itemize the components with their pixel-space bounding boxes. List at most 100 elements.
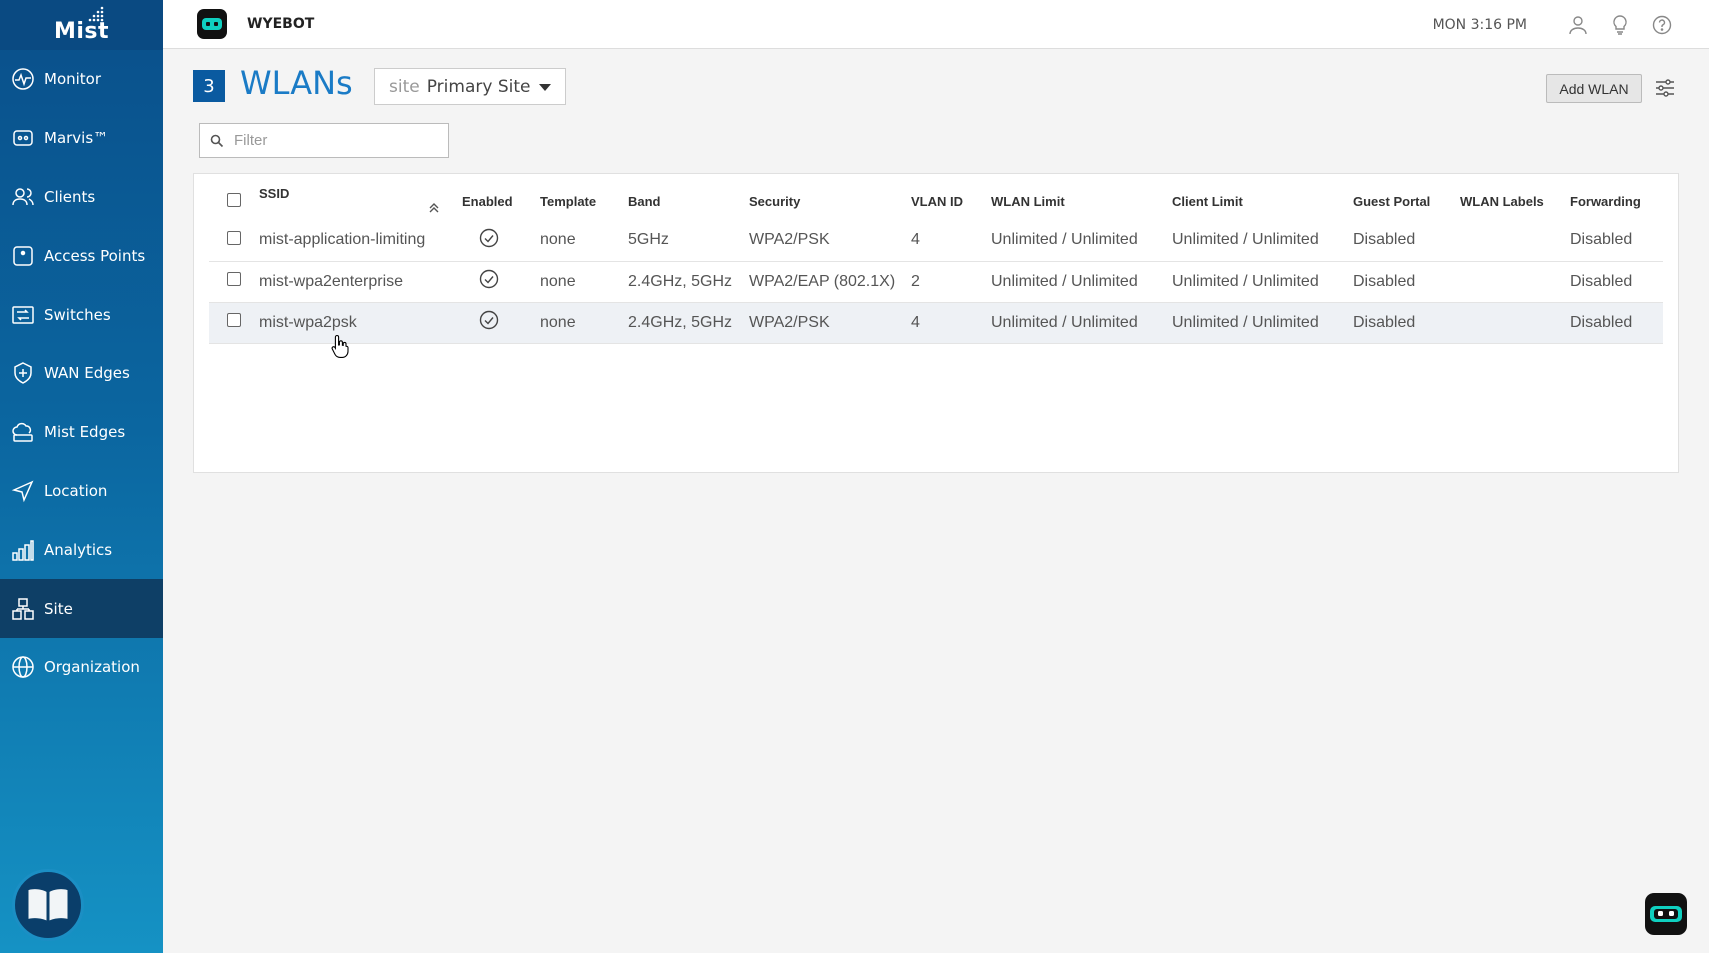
sidebar-item-location[interactable]: Location (0, 462, 163, 521)
marvis-chat-button[interactable] (1645, 893, 1687, 935)
sidebar-item-label: Location (44, 481, 108, 500)
sidebar-item-label: Access Points (44, 246, 146, 265)
top-bar: WYEBOT MON 3:16 PM (163, 0, 1709, 49)
sidebar-item-label: Switches (44, 305, 111, 324)
wlans-table: SSID Enabled Template Band Security VLAN… (209, 182, 1663, 344)
site-selector[interactable]: site Primary Site (374, 68, 566, 105)
lightbulb-icon[interactable] (1609, 14, 1631, 36)
org-name[interactable]: WYEBOT (247, 16, 314, 32)
cell-security: WPA2/PSK (749, 231, 830, 249)
sidebar-item-monitor[interactable]: Monitor (0, 50, 163, 109)
table-row[interactable]: mist-application-limiting none 5GHz WPA2… (209, 220, 1663, 261)
top-bar-right: MON 3:16 PM (1433, 0, 1673, 49)
cell-wlan-labels (1460, 302, 1570, 343)
sort-ascending-icon (429, 203, 439, 213)
cell-forwarding: Disabled (1570, 231, 1633, 249)
cell-wlan-limit: Unlimited / Unlimited (991, 231, 1138, 249)
sidebar-item-label: WAN Edges (44, 364, 130, 383)
globe-icon (10, 654, 36, 680)
column-header-enabled[interactable]: Enabled (462, 182, 540, 220)
cell-guest-portal: Disabled (1353, 272, 1416, 290)
column-header-forwarding[interactable]: Forwarding (1570, 182, 1663, 220)
sidebar-item-label: Marvis™ (44, 129, 109, 148)
cell-template: none (540, 231, 576, 249)
cell-forwarding: Disabled (1570, 313, 1633, 331)
page-title: WLANs (240, 64, 353, 102)
site-icon (10, 596, 36, 622)
column-header-wlan-limit[interactable]: WLAN Limit (991, 182, 1172, 220)
column-header-wlan-labels[interactable]: WLAN Labels (1460, 182, 1570, 220)
cell-vlan-id: 2 (911, 272, 920, 290)
row-select-cell (209, 261, 259, 302)
sidebar-item-label: Monitor (44, 70, 102, 89)
cell-wlan-labels (1460, 220, 1570, 261)
sidebar-item-label: Organization (44, 658, 140, 677)
add-wlan-button[interactable]: Add WLAN (1546, 74, 1642, 103)
cell-template: none (540, 272, 576, 290)
site-selector-prefix: site (389, 76, 420, 97)
monitor-icon (10, 66, 36, 92)
cell-enabled (462, 302, 540, 343)
cell-band: 2.4GHz, 5GHz (628, 272, 733, 290)
sidebar-item-wan-edges[interactable]: WAN Edges (0, 344, 163, 403)
check-circle-icon (479, 228, 499, 247)
sidebar-item-mist-edges[interactable]: Mist Edges (0, 403, 163, 462)
cell-band: 2.4GHz, 5GHz (628, 313, 733, 331)
sidebar-item-clients[interactable]: Clients (0, 168, 163, 227)
filter-input[interactable] (234, 132, 434, 149)
help-icon[interactable] (1651, 14, 1673, 36)
column-settings-icon[interactable] (1654, 78, 1676, 98)
cell-enabled (462, 220, 540, 261)
search-icon (210, 134, 224, 147)
cell-client-limit: Unlimited / Unlimited (1172, 313, 1319, 331)
sidebar-item-analytics[interactable]: Analytics (0, 520, 163, 579)
sidebar-nav: Monitor Marvis™ Clients Access Points Sw… (0, 50, 163, 697)
check-circle-icon (479, 269, 499, 289)
column-header-label: SSID (259, 186, 290, 201)
cell-template: none (540, 313, 576, 331)
sidebar-item-access-points[interactable]: Access Points (0, 226, 163, 285)
sidebar-item-label: Clients (44, 187, 96, 206)
cell-security: WPA2/PSK (749, 313, 830, 331)
table-row[interactable]: mist-wpa2psk none 2.4GHz, 5GHz WPA2/PSK … (209, 302, 1663, 343)
access-point-icon (10, 243, 36, 269)
cell-forwarding: Disabled (1570, 272, 1633, 290)
wan-edge-icon (10, 360, 36, 386)
sidebar-item-marvis[interactable]: Marvis™ (0, 109, 163, 168)
column-header-band[interactable]: Band (628, 182, 749, 220)
user-icon[interactable] (1567, 14, 1589, 36)
column-header-client-limit[interactable]: Client Limit (1172, 182, 1353, 220)
bot-icon (1650, 906, 1682, 922)
org-logo-icon (197, 9, 227, 39)
location-icon (10, 478, 36, 504)
row-checkbox[interactable] (227, 272, 241, 286)
column-header-template[interactable]: Template (540, 182, 628, 220)
sidebar-item-site[interactable]: Site (0, 579, 163, 638)
row-checkbox[interactable] (227, 313, 241, 327)
cell-client-limit: Unlimited / Unlimited (1172, 272, 1319, 290)
cell-client-limit: Unlimited / Unlimited (1172, 231, 1319, 249)
select-all-checkbox[interactable] (227, 192, 241, 207)
mist-logo[interactable]: Mist (0, 0, 163, 50)
cell-vlan-id: 4 (911, 313, 920, 331)
wlans-table-card: SSID Enabled Template Band Security VLAN… (193, 173, 1679, 473)
column-header-guest-portal[interactable]: Guest Portal (1353, 182, 1460, 220)
documentation-book-button[interactable] (12, 869, 84, 941)
cell-band: 5GHz (628, 231, 669, 249)
sidebar-item-switches[interactable]: Switches (0, 285, 163, 344)
sidebar: Mist Monitor Marvis™ Clients Access Poin… (0, 0, 163, 953)
column-header-security[interactable]: Security (749, 182, 911, 220)
cell-wlan-labels (1460, 261, 1570, 302)
column-header-ssid[interactable]: SSID (259, 182, 462, 220)
cell-security: WPA2/EAP (802.1X) (749, 272, 896, 290)
switch-icon (10, 302, 36, 328)
sidebar-item-organization[interactable]: Organization (0, 638, 163, 697)
row-select-cell (209, 302, 259, 343)
logo-dots-icon (88, 6, 104, 22)
table-row[interactable]: mist-wpa2enterprise none 2.4GHz, 5GHz WP… (209, 261, 1663, 302)
row-checkbox[interactable] (227, 230, 241, 245)
sidebar-item-label: Analytics (44, 540, 113, 559)
row-select-cell (209, 220, 259, 261)
column-header-vlan-id[interactable]: VLAN ID (911, 182, 991, 220)
sidebar-item-label: Site (44, 599, 73, 618)
